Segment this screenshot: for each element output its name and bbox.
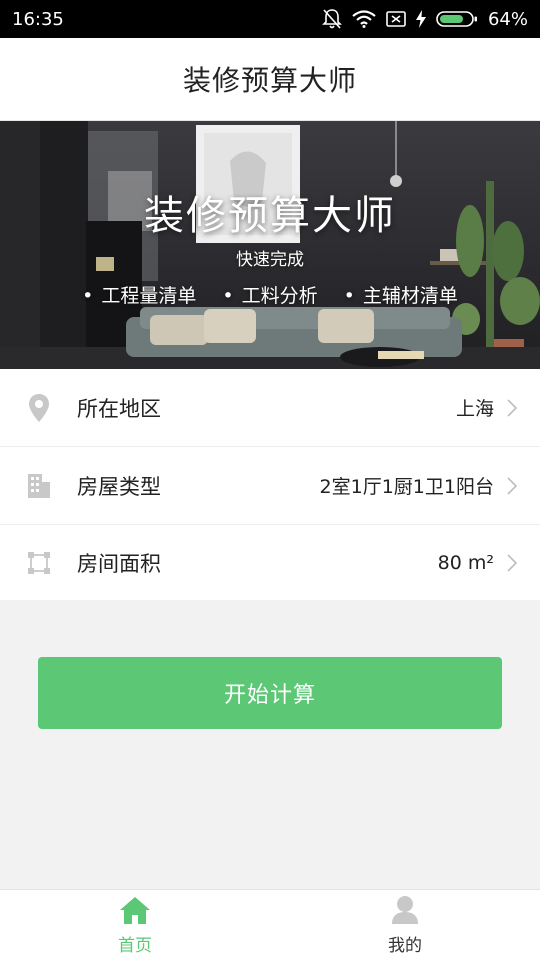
area-label: 房间面积 (77, 551, 161, 576)
home-icon (120, 896, 150, 924)
house-type-label: 房屋类型 (77, 474, 161, 499)
banner-title: 装修预算大师 (144, 193, 396, 239)
battery-icon (436, 10, 478, 28)
status-icons: 64% (322, 8, 528, 30)
region-value: 上海 (455, 398, 494, 420)
wifi-icon (352, 10, 376, 28)
user-icon (392, 895, 418, 924)
bottom-tab-bar: 首页 我的 (0, 889, 540, 960)
budget-form: 所在地区 上海 房屋类型 2室1厅1厨1卫1阳台 房间面积 80 m² (0, 369, 540, 600)
chevron-right-icon (507, 476, 518, 495)
charging-bolt-icon (415, 10, 426, 28)
chevron-right-icon (507, 553, 518, 572)
house-type-value: 2室1厅1厨1卫1阳台 (319, 476, 494, 498)
region-row[interactable]: 所在地区 上海 (0, 369, 540, 447)
status-time: 16:35 (12, 8, 64, 30)
feature-material-analysis: 工料分析 (222, 281, 318, 308)
location-pin-icon (26, 393, 52, 423)
chevron-right-icon (507, 398, 518, 417)
hero-banner: 装修预算大师 快速完成 工程量清单 工料分析 主辅材清单 (0, 121, 540, 369)
status-bar: 16:35 64% (0, 0, 540, 38)
tab-home[interactable]: 首页 (0, 890, 270, 960)
area-row[interactable]: 房间面积 80 m² (0, 525, 540, 600)
area-frame-icon (26, 548, 52, 578)
feature-quantity-list: 工程量清单 (82, 281, 196, 308)
banner-features: 工程量清单 工料分析 主辅材清单 (0, 281, 540, 308)
start-calculation-button[interactable]: 开始计算 (38, 657, 502, 729)
building-icon (26, 471, 52, 501)
region-label: 所在地区 (77, 396, 161, 421)
tab-home-label: 首页 (118, 935, 152, 956)
page-title: 装修预算大师 (182, 64, 357, 97)
house-type-row[interactable]: 房屋类型 2室1厅1厨1卫1阳台 (0, 447, 540, 525)
notification-off-icon (322, 8, 342, 30)
tab-mine[interactable]: 我的 (270, 890, 540, 960)
sim-off-icon (386, 10, 406, 28)
battery-percent: 64% (487, 8, 528, 30)
tab-mine-label: 我的 (388, 935, 422, 956)
area-value: 80 m² (437, 551, 494, 574)
title-bar: 装修预算大师 (0, 38, 540, 121)
banner-subtitle: 快速完成 (236, 250, 304, 270)
feature-main-materials-list: 主辅材清单 (344, 281, 458, 308)
